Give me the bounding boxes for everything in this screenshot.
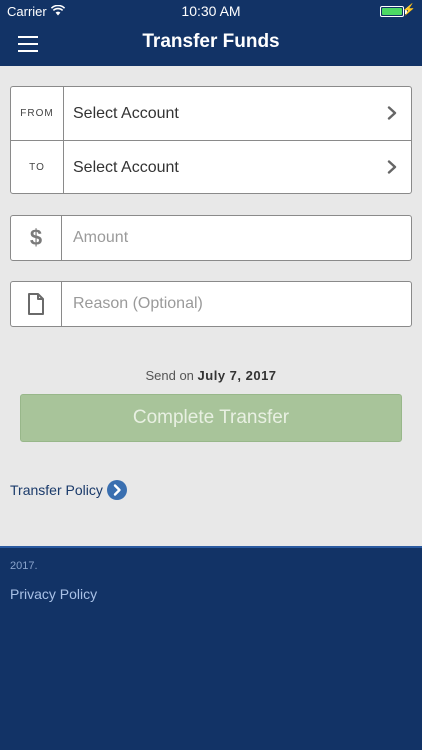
to-account-value: Select Account (73, 159, 179, 176)
transfer-policy-label: Transfer Policy (10, 482, 103, 498)
dollar-icon: $ (11, 216, 62, 260)
document-icon (11, 282, 62, 326)
charging-bolt-icon: ⚡ (402, 4, 416, 16)
circle-arrow-right-icon[interactable] (107, 480, 127, 500)
footer: 2017. Privacy Policy (0, 546, 422, 750)
amount-field-row: $ (10, 215, 412, 261)
from-label: FROM (20, 108, 54, 119)
status-time: 10:30 AM (181, 3, 241, 19)
to-label: TO (29, 162, 45, 173)
dollar-glyph: $ (29, 225, 43, 250)
account-selector: FROM Select Account TO Select Account (10, 86, 412, 194)
to-account-row[interactable]: TO Select Account (11, 141, 411, 194)
reason-field-row (10, 281, 412, 327)
copyright-year: 2017. (10, 560, 38, 572)
chevron-right-icon (387, 160, 397, 174)
send-on-date[interactable]: July 7, 2017 (198, 368, 277, 383)
reason-input[interactable] (63, 282, 411, 326)
chevron-right-icon (387, 106, 397, 120)
send-on-prefix: Send on (145, 368, 194, 383)
amount-input[interactable] (63, 216, 411, 260)
battery-icon (380, 6, 407, 17)
privacy-policy-link[interactable]: Privacy Policy (10, 586, 97, 602)
from-account-value: Select Account (73, 105, 179, 122)
send-on-text: Send on July 7, 2017 (0, 368, 422, 383)
page-title: Transfer Funds (142, 31, 280, 52)
from-account-row[interactable]: FROM Select Account (11, 87, 411, 140)
battery-fill (382, 8, 402, 15)
status-bar: Carrier 10:30 AM ⚡ (0, 0, 422, 22)
nav-bar: Transfer Funds (0, 22, 422, 66)
top-bar: Carrier 10:30 AM ⚡ Transfer Funds (0, 0, 422, 66)
complete-transfer-button[interactable]: Complete Transfer (20, 394, 402, 442)
